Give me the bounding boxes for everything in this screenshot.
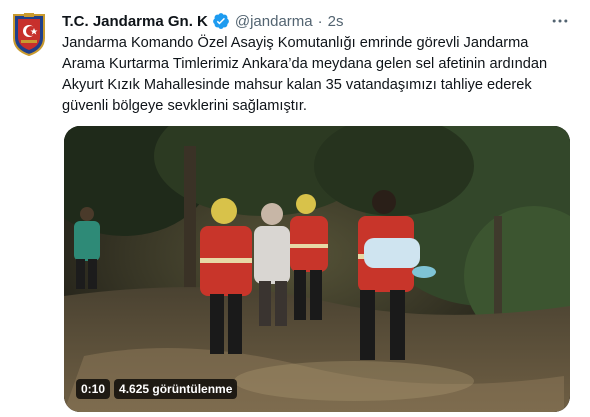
tweet-text-line: güvenli bölgeye sevklerini sağlamıştır. (62, 98, 307, 114)
video-player[interactable]: 0:10 4.625 görüntülenme (64, 126, 570, 412)
video-duration: 0:10 (76, 379, 111, 399)
tweet-text-line: Arama Kurtarma Timlerimiz Ankara’da meyd… (62, 56, 548, 72)
view-count: 4.625 görüntülenme (114, 379, 238, 399)
verified-badge-icon (212, 12, 230, 30)
tweet-text-line: Jandarma Komando Özel Asayiş Komutanlığı… (62, 35, 529, 51)
video-info-overlay: 0:10 4.625 görüntülenme (76, 378, 238, 400)
tweet-text-line: Akyurt Kızık Mahallesinde mahsur kalan 3… (62, 77, 532, 93)
video-frame (64, 126, 570, 412)
tweet-card[interactable]: T.C. Jandarma Gn. K @jandarma · 2s Janda… (0, 0, 590, 417)
tweet-text: Jandarma Komando Özel Asayiş Komutanlığı… (62, 33, 562, 117)
jandarma-emblem-icon[interactable] (12, 12, 46, 56)
separator-dot: · (317, 12, 323, 30)
user-handle[interactable]: @jandarma (235, 13, 313, 30)
tweet-header: T.C. Jandarma Gn. K @jandarma · 2s (62, 10, 343, 32)
timestamp[interactable]: 2s (328, 13, 344, 30)
display-name[interactable]: T.C. Jandarma Gn. K (62, 13, 208, 30)
more-options-icon[interactable] (548, 10, 572, 32)
